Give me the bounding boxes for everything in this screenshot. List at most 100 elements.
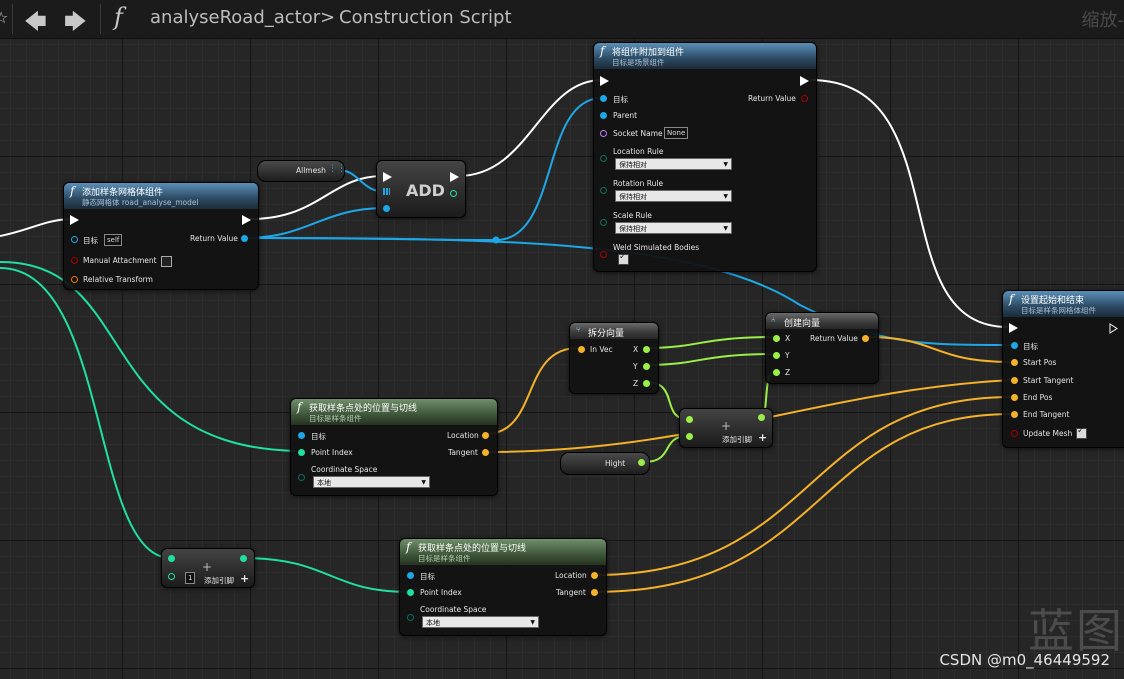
- coordinate-space-dropdown[interactable]: 本地: [313, 476, 430, 489]
- add-pin-label[interactable]: 添加引脚: [722, 434, 752, 445]
- node-attach-component-to-component[interactable]: f 将组件附加到组件 目标是场景组件 目标 Return Value Paren…: [593, 42, 817, 272]
- exec-out-pin[interactable]: [242, 215, 251, 225]
- target-value: self: [104, 234, 123, 246]
- z-in-pin[interactable]: [773, 369, 780, 376]
- target-pin[interactable]: [600, 95, 607, 102]
- x-out-pin[interactable]: [643, 346, 650, 353]
- z-label: Z: [633, 379, 639, 388]
- manual-attachment-pin[interactable]: [71, 257, 78, 264]
- start-pos-pin[interactable]: [1011, 359, 1018, 366]
- coordinate-space-dropdown[interactable]: 本地: [422, 616, 539, 629]
- scale-rule-dropdown[interactable]: 保持相对: [615, 222, 732, 235]
- node-header[interactable]: f 获取样条点处的位置与切线 目标是样条组件: [400, 539, 606, 565]
- add-pin-icon[interactable]: +: [758, 431, 767, 444]
- coordinate-space-label: Coordinate Space: [311, 465, 378, 474]
- location-pin[interactable]: [591, 572, 598, 579]
- b-in-pin[interactable]: [686, 433, 693, 440]
- node-break-vector[interactable]: 拆分向量 ⑂ In Vec X Y Z: [569, 322, 659, 394]
- coordinate-space-pin[interactable]: [407, 614, 414, 621]
- result-out-pin[interactable]: [758, 414, 765, 421]
- point-index-pin[interactable]: [298, 449, 305, 456]
- node-int-add[interactable]: 1 + 添加引脚 +: [161, 548, 255, 588]
- result-out-pin[interactable]: [240, 555, 247, 562]
- a-in-pin[interactable]: [168, 555, 175, 562]
- node-array-add[interactable]: ADD: [376, 160, 466, 218]
- node-allmesh-getter[interactable]: Allmesh ⋮⋮: [257, 160, 346, 182]
- target-label: 目标: [613, 95, 628, 104]
- return-value-pin[interactable]: [801, 95, 808, 102]
- a-in-pin[interactable]: [686, 416, 693, 423]
- exec-out-pin[interactable]: [800, 76, 809, 86]
- target-pin[interactable]: [407, 572, 414, 579]
- return-value-pin[interactable]: [862, 335, 869, 342]
- location-rule-dropdown[interactable]: 保持相对: [615, 158, 732, 171]
- vector-wire: [593, 396, 1013, 576]
- node-get-location-and-tangent-1[interactable]: f 获取样条点处的位置与切线 目标是样条组件 目标 Location Point…: [290, 398, 498, 496]
- node-header[interactable]: f 将组件附加到组件 目标是场景组件: [594, 43, 816, 69]
- node-header[interactable]: 拆分向量 ⑂: [570, 323, 658, 339]
- exec-in-pin[interactable]: [70, 215, 79, 225]
- end-pos-pin[interactable]: [1011, 394, 1018, 401]
- exec-in-pin[interactable]: [600, 76, 609, 86]
- start-tangent-pin[interactable]: [1011, 377, 1018, 384]
- update-mesh-checkbox[interactable]: [1076, 426, 1087, 439]
- int-wire: [0, 261, 297, 452]
- function-icon: f: [406, 540, 411, 554]
- x-in-pin[interactable]: [773, 335, 780, 342]
- socket-name-input[interactable]: None: [664, 127, 689, 139]
- weld-pin[interactable]: [600, 251, 607, 258]
- tangent-pin[interactable]: [591, 589, 598, 596]
- rotation-rule-dropdown[interactable]: 保持相对: [615, 190, 732, 203]
- z-out-pin[interactable]: [643, 380, 650, 387]
- update-mesh-pin[interactable]: [1011, 430, 1018, 437]
- location-rule-pin[interactable]: [600, 155, 607, 162]
- node-make-vector[interactable]: 创建向量 ⑃ X Return Value Y Z: [765, 312, 879, 384]
- hight-out-pin[interactable]: [638, 459, 645, 466]
- target-pin[interactable]: [1011, 342, 1018, 349]
- array-pin[interactable]: [383, 188, 390, 195]
- node-add-spline-mesh-component[interactable]: f 添加样条网格体组件 静态网格体 road_analyse_model 目标 …: [63, 182, 259, 290]
- target-pin[interactable]: [298, 432, 305, 439]
- tangent-pin[interactable]: [482, 449, 489, 456]
- item-pin[interactable]: [383, 205, 390, 212]
- location-label: Location: [555, 571, 587, 580]
- node-header[interactable]: f 添加样条网格体组件 静态网格体 road_analyse_model: [64, 183, 258, 209]
- end-tangent-pin[interactable]: [1011, 411, 1018, 418]
- break-icon: ⑂: [576, 325, 581, 334]
- weld-checkbox[interactable]: [618, 252, 629, 265]
- relative-transform-pin[interactable]: [71, 276, 78, 283]
- node-header[interactable]: f 设置起始和结束 目标是样条网格体组件: [1003, 291, 1124, 317]
- add-pin-icon[interactable]: +: [240, 572, 249, 585]
- b-value-input[interactable]: 1: [185, 572, 196, 584]
- node-float-add[interactable]: + 添加引脚 +: [679, 408, 773, 448]
- exec-in-pin[interactable]: [383, 172, 392, 182]
- vector-wire: [484, 347, 579, 435]
- in-vec-pin[interactable]: [578, 346, 585, 353]
- add-pin-label[interactable]: 添加引脚: [204, 575, 234, 586]
- scale-rule-pin[interactable]: [600, 219, 607, 226]
- node-header[interactable]: f 获取样条点处的位置与切线 目标是样条组件: [291, 399, 497, 425]
- x-label: X: [785, 334, 791, 343]
- index-out-pin[interactable]: [450, 190, 457, 197]
- exec-out-pin[interactable]: [1109, 323, 1118, 334]
- node-get-location-and-tangent-2[interactable]: f 获取样条点处的位置与切线 目标是样条组件 目标 Location Point…: [399, 538, 607, 636]
- int-wire: [0, 267, 172, 559]
- y-out-pin[interactable]: [643, 363, 650, 370]
- rotation-rule-pin[interactable]: [600, 187, 607, 194]
- location-pin[interactable]: [482, 432, 489, 439]
- exec-out-pin[interactable]: [450, 172, 459, 182]
- node-header[interactable]: 创建向量 ⑃: [766, 313, 878, 329]
- coordinate-space-pin[interactable]: [298, 474, 305, 481]
- function-icon: f: [297, 400, 302, 414]
- point-index-pin[interactable]: [407, 589, 414, 596]
- return-value-pin[interactable]: [241, 235, 248, 242]
- manual-attachment-checkbox[interactable]: [161, 256, 172, 267]
- parent-pin[interactable]: [600, 112, 607, 119]
- node-hight-getter[interactable]: Hight: [560, 452, 650, 475]
- b-in-pin[interactable]: [168, 573, 175, 580]
- y-in-pin[interactable]: [773, 352, 780, 359]
- target-pin[interactable]: [71, 236, 78, 243]
- socket-name-pin[interactable]: [600, 130, 607, 137]
- exec-in-pin[interactable]: [1009, 323, 1018, 333]
- node-set-start-and-end[interactable]: f 设置起始和结束 目标是样条网格体组件 目标 Start Pos Start …: [1002, 290, 1124, 448]
